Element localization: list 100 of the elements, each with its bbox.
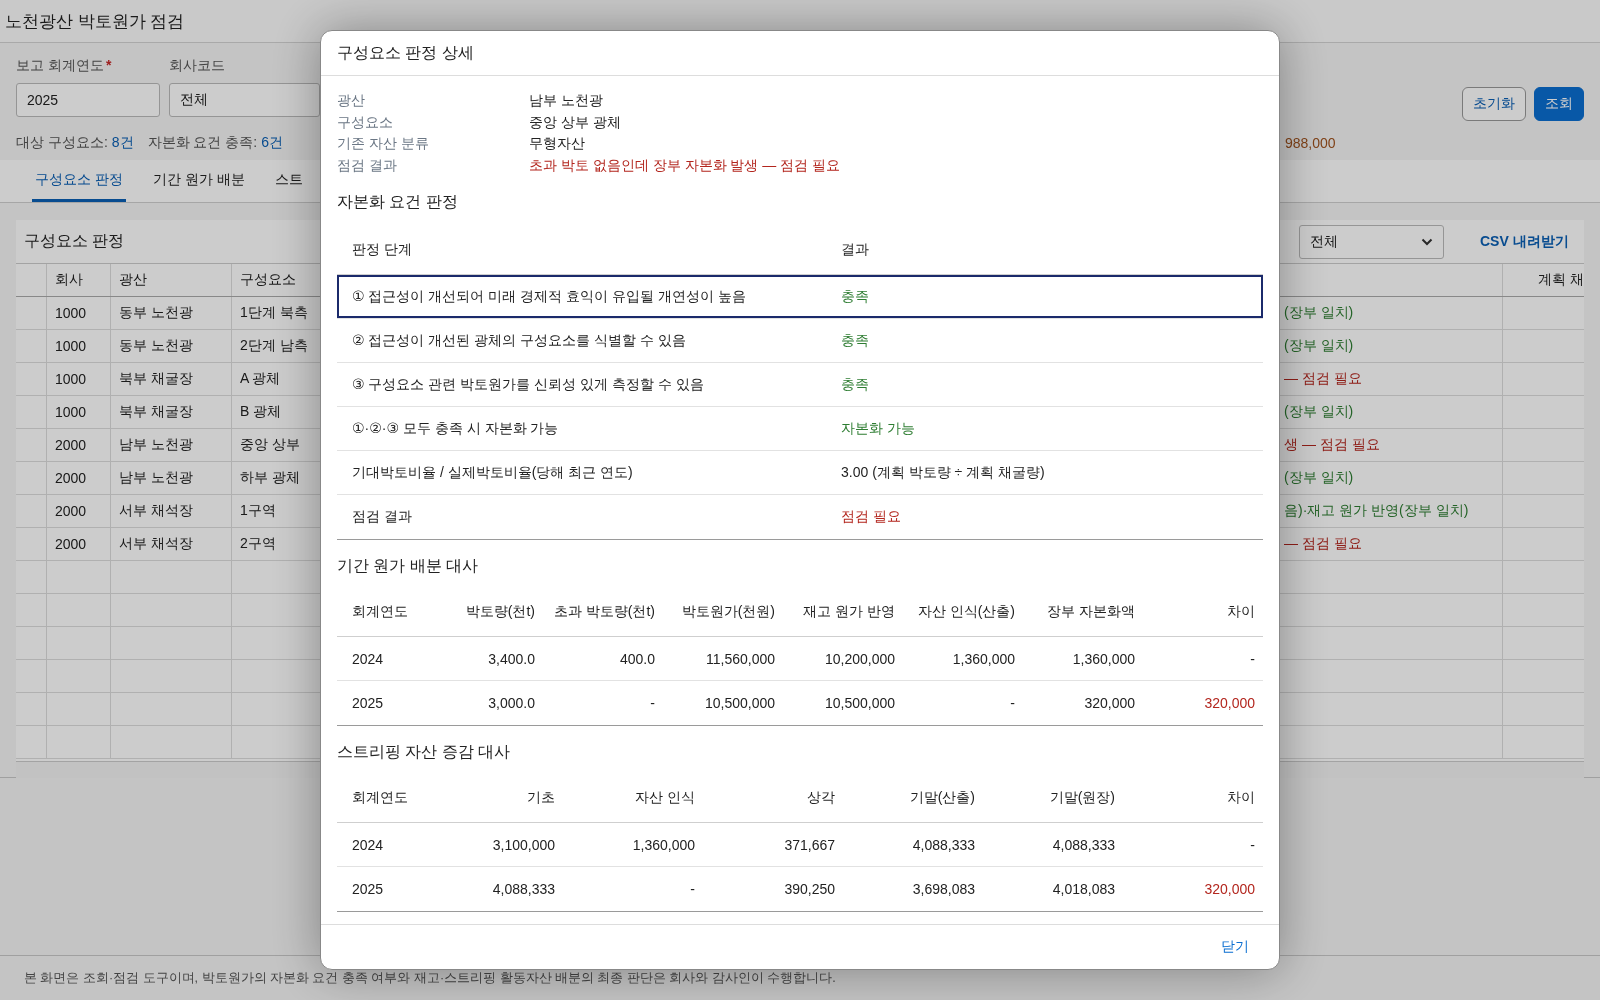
column-header: 장부 자본화액 [1046,602,1136,621]
table-cell: 북부 채굴장 [111,396,232,428]
table-cell-text: 10,200,000 [823,650,896,667]
table-cell-text: 2024 [351,650,385,667]
table-cell-text: 3,400.0 [487,650,536,667]
table-cell-text: 4,088,333 [911,836,976,853]
table-cell-text: - [1009,695,1016,711]
table-cell: 동부 노천광 [111,330,232,362]
table-cell-text: 3,100,000 [491,836,556,853]
table-cell-text: 1구역 [239,501,277,520]
section-title: 기간 원가 배분 대사 [337,556,480,576]
table-cell-text: 충족 [840,287,870,306]
tab[interactable]: 구성요소 판정 [32,160,126,202]
table-cell-text: 2025 [351,881,385,897]
info-label: 광산 [337,91,366,110]
filter-select[interactable]: 전체 [1299,224,1444,259]
table-cell: 1000 [47,363,111,395]
table-cell: 북부 채굴장 [111,363,232,395]
table-cell-text: - [1249,650,1256,667]
table-cell-text: 2구역 [239,534,277,553]
table-cell-text: 400.0 [618,650,656,667]
table-cell-text: 중앙 상부 [239,435,301,454]
column-header: 상각 [806,788,836,807]
column-header: 재고 원가 반영 [802,602,896,621]
column-header: 박토원가(천원) [680,602,776,621]
info-value: 초과 박토 없음인데 장부 자본화 발생 — 점검 필요 [529,155,842,175]
column-header: 회계연도 [351,602,409,621]
table-cell-text: 3,000.0 [487,695,536,711]
table-cell-text: ①·②·③ 모두 충족 시 자본화 가능 [351,419,560,438]
column-header: 결과 [840,240,870,259]
year-input[interactable]: 2025 [16,83,160,117]
table-cell: 1000 [47,396,111,428]
table-cell-text: - [649,695,656,711]
table-cell-text: ③ 구성요소 관련 박토원가를 신뢰성 있게 측정할 수 있음 [351,375,705,394]
stat-label: 대상 구성요소: [16,133,108,152]
footer-note: 본 화면은 조회·점검 도구이며, 박토원가의 자본화 요건 충족 여부와 재고·스트리핑 활동자산 배분의 최종 판단은 회사와 감사인이 수행합니다. [24,969,836,987]
column-header: 차이 [1226,602,1256,621]
table-cell: 동부 노천광 [111,297,232,329]
section-title: 스트리핑 자산 증감 대사 [337,742,512,762]
table-cell-text: - [1249,836,1256,853]
table-cell: 2000 [47,462,111,494]
column-header: 자산 인식 [634,788,696,807]
table-cell-text: 자본화 가능 [840,419,916,438]
stat-value: 8건 [111,133,134,152]
column-header: 계획 채 [1537,270,1584,289]
info-label: 기존 자산 분류 [337,134,430,153]
table-cell-text: 2024 [351,836,385,853]
reset-button[interactable]: 초기화 [1462,87,1526,121]
table-cell-text: 11,560,000 [704,650,776,667]
column-header: 기말(산출) [908,788,976,807]
section-title: 자본화 요건 판정 [337,192,459,212]
tab[interactable]: 스트 [271,160,306,202]
table-cell-text: 390,250 [783,881,836,897]
page-title: 노천광산 박토원가 점검 [5,10,185,33]
card-title: 구성요소 판정 [24,232,125,249]
column-header: 광산 [111,264,232,296]
table-cell-text: 3.00 (계획 박토량 ÷ 계획 채굴량) [840,463,1046,482]
table-cell-text: 320,000 [1203,881,1256,897]
table-cell-text: 4,018,083 [1051,881,1116,897]
table-cell-text: 점검 결과 [351,508,413,526]
table-cell: 서부 채석장 [111,495,232,527]
info-value: 남부 노천광 [529,91,604,110]
tab[interactable]: 기간 원가 배분 [149,160,248,202]
table-cell: 남부 노천광 [111,462,232,494]
table-cell: 2000 [47,528,111,560]
table-cell-text: 10,500,000 [703,695,776,711]
table-cell-text: ① 접근성이 개선되어 미래 경제적 효익이 유입될 개연성이 높음 [351,287,747,306]
search-button[interactable]: 조회 [1534,87,1584,121]
column-header: 구성요소 [239,270,297,289]
csv-download-link[interactable]: CSV 내려받기 [1480,232,1569,251]
info-label: 점검 결과 [337,155,398,175]
column-header: 기말(원장) [1048,788,1116,807]
table-cell-text: 320,000 [1203,695,1256,711]
table-cell-text: 1단계 북측 [239,303,309,322]
table-cell: 2000 [47,429,111,461]
close-button[interactable]: 닫기 [1215,937,1255,957]
table-cell-text: 1,360,000 [951,650,1016,667]
table-cell-text: 1,360,000 [1071,650,1136,667]
table-cell-text: 10,500,000 [823,695,896,711]
table-cell-text: B 광체 [239,402,283,421]
column-header: 박토량(천t) [464,602,536,621]
table-cell: 1000 [47,297,111,329]
company-select[interactable]: 전체 [169,83,320,117]
table-cell: 남부 노천광 [111,429,232,461]
dialog-title: 구성요소 판정 상세 [337,42,474,63]
table-cell-text: 4,088,333 [1051,836,1116,853]
table-cell-text: 기대박토비율 / 실제박토비율(당해 최근 연도) [351,463,634,482]
selected-row[interactable]: ① 접근성이 개선되어 미래 경제적 효익이 유입될 개연성이 높음 충족 [337,275,1263,319]
table-cell-text: 하부 광체 [239,468,301,487]
field-label: 보고 회계연도 [16,57,104,75]
table-cell-text: A 광체 [239,369,282,388]
column-header: 판정 단계 [351,240,413,259]
column-header: 차이 [1226,788,1256,807]
column-header: 초과 박토량(천t) [552,602,656,621]
info-value: 중앙 상부 광체 [529,112,622,132]
stat-label: 자본화 요건 충족: [147,133,258,152]
chevron-down-icon [1421,237,1433,246]
column-header: 자산 인식(산출) [916,602,1016,621]
required-mark: * [105,57,112,75]
stat-value: 988,000 [1284,134,1336,151]
